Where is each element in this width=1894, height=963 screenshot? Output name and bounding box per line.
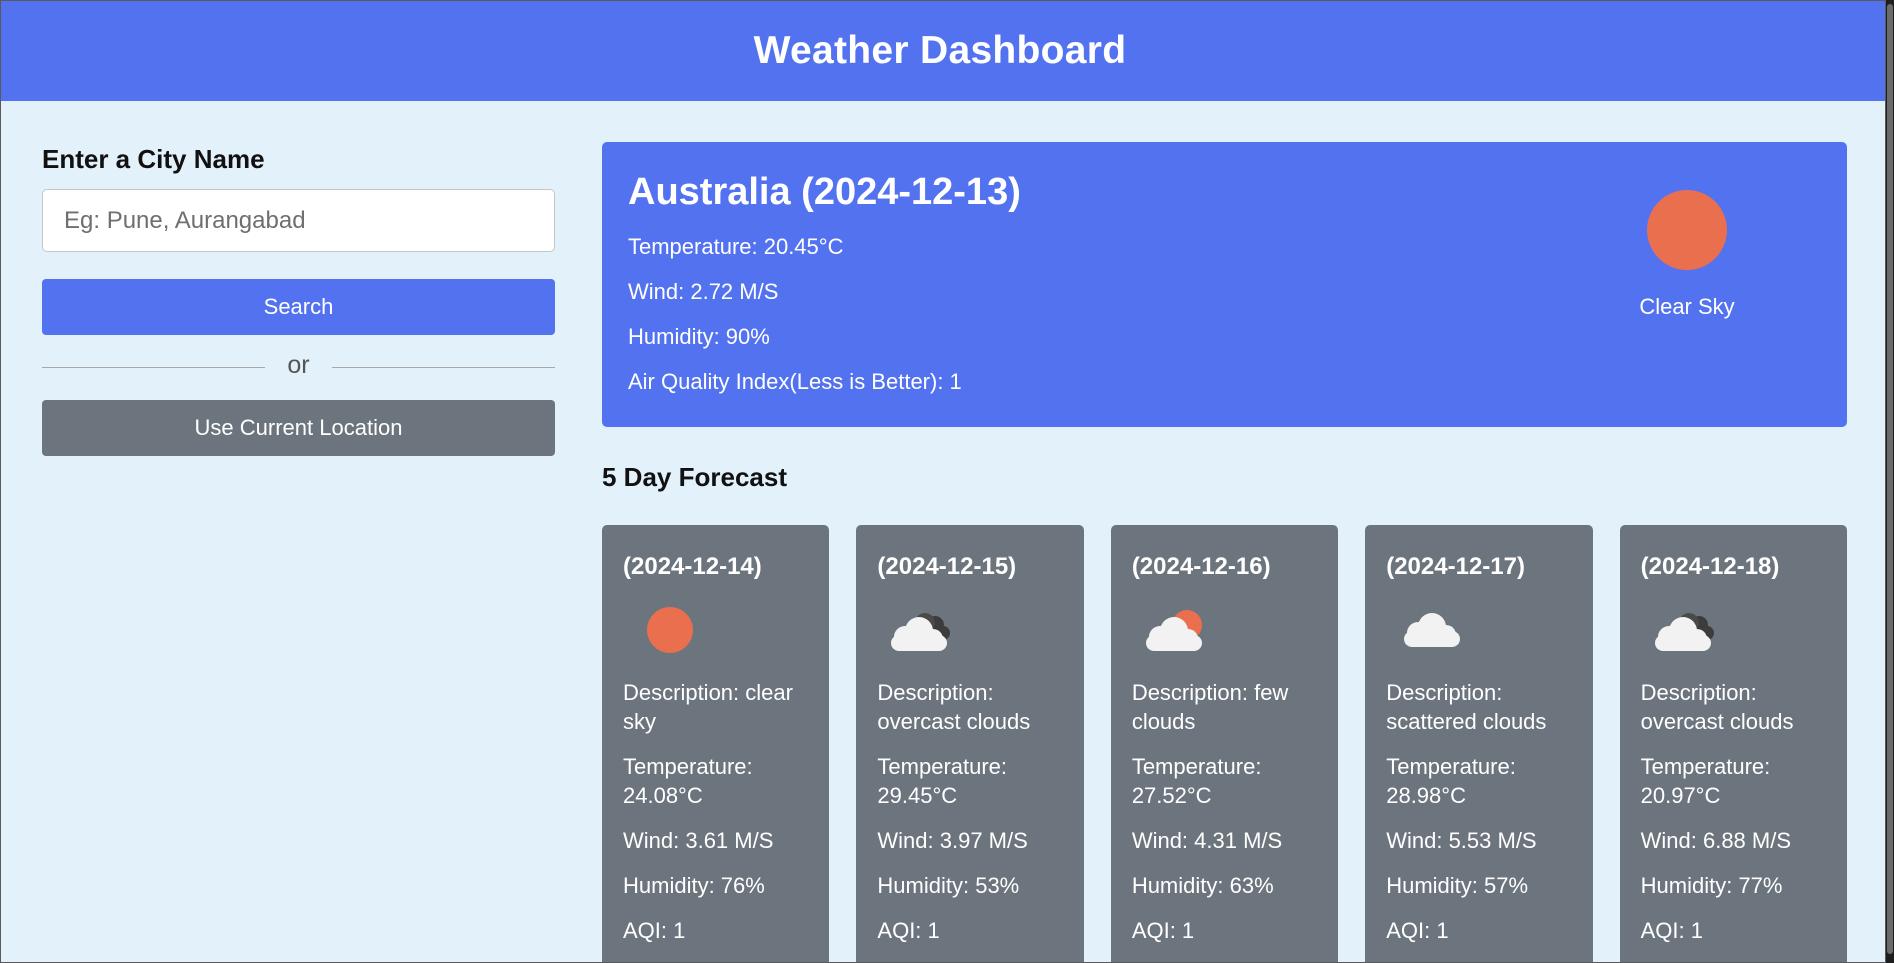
forecast-temperature: Temperature: 24.08°C (623, 754, 753, 808)
search-button[interactable]: Search (42, 279, 555, 335)
forecast-description: Description: few clouds (1131, 680, 1289, 734)
separator-line-left (42, 366, 266, 368)
few-clouds-icon (1132, 597, 1318, 663)
or-separator: or (42, 350, 556, 382)
separator-line-right (331, 366, 556, 368)
forecast-date: (2024-12-18) (1640, 553, 1780, 580)
forecast-humidity: Humidity: 63% (1131, 873, 1274, 898)
forecast-temperature: Temperature: 29.45°C (877, 754, 1008, 808)
current-humidity: Humidity: 90% (628, 324, 770, 349)
forecast-card: (2024-12-15) Description: overcast cloud… (856, 525, 1084, 962)
forecast-temperature: Temperature: 28.98°C (1386, 754, 1516, 808)
overcast-clouds-icon (877, 597, 1063, 663)
forecast-date: (2024-12-16) (1131, 553, 1271, 580)
forecast-description: Description: overcast clouds (1640, 680, 1794, 734)
city-input-heading: Enter a City Name (42, 144, 265, 174)
current-aqi: Air Quality Index(Less is Better): 1 (628, 369, 962, 394)
use-current-location-button[interactable]: Use Current Location (42, 400, 555, 456)
forecast-wind: Wind: 6.88 M/S (1640, 828, 1792, 853)
overcast-clouds-icon (1641, 597, 1827, 663)
clear-sky-icon (623, 597, 809, 663)
forecast-humidity: Humidity: 53% (877, 873, 1020, 898)
current-weather-card: Australia (2024-12-13) Temperature: 20.4… (602, 142, 1847, 427)
forecast-card: (2024-12-17) Description: scattered clou… (1365, 525, 1593, 962)
app-header: Weather Dashboard (1, 1, 1885, 101)
forecast-wind: Wind: 3.97 M/S (877, 828, 1028, 853)
clear-sky-icon (1647, 190, 1727, 270)
page-frame: Weather Dashboard Enter a City Name Sear… (0, 0, 1886, 963)
forecast-description: Description: scattered clouds (1386, 680, 1547, 734)
forecast-temperature: Temperature: 27.52°C (1131, 754, 1262, 808)
scattered-clouds-icon (1386, 597, 1572, 663)
scrollbar[interactable] (1886, 0, 1894, 963)
forecast-title: 5 Day Forecast (602, 462, 787, 492)
forecast-wind: Wind: 4.31 M/S (1131, 828, 1283, 853)
forecast-cards: (2024-12-14) Description: clear sky Temp… (602, 525, 1848, 962)
forecast-wind: Wind: 3.61 M/S (623, 828, 774, 853)
forecast-aqi: AQI: 1 (623, 918, 686, 943)
search-panel: Enter a City Name Search or Use Current … (42, 142, 556, 962)
weather-data-panel: Australia (2024-12-13) Temperature: 20.4… (602, 142, 1848, 962)
forecast-description: Description: overcast clouds (877, 680, 1031, 734)
city-search-input[interactable] (42, 189, 555, 252)
forecast-humidity: Humidity: 77% (1640, 873, 1783, 898)
forecast-aqi: AQI: 1 (877, 918, 940, 943)
forecast-wind: Wind: 5.53 M/S (1386, 828, 1537, 853)
forecast-humidity: Humidity: 57% (1386, 873, 1529, 898)
forecast-temperature: Temperature: 20.97°C (1640, 754, 1771, 808)
forecast-aqi: AQI: 1 (1131, 918, 1195, 943)
current-weather-description: Clear Sky (1639, 294, 1735, 319)
forecast-description: Description: clear sky (623, 680, 793, 734)
forecast-date: (2024-12-15) (877, 553, 1017, 580)
forecast-aqi: AQI: 1 (1386, 918, 1449, 943)
main-container: Enter a City Name Search or Use Current … (1, 142, 1885, 962)
separator-text: or (287, 350, 310, 379)
forecast-card: (2024-12-16) Description: few clouds Tem… (1110, 525, 1339, 962)
forecast-humidity: Humidity: 76% (623, 873, 765, 898)
current-weather-icon-block: Clear Sky (1624, 190, 1750, 320)
scrollbar-thumb[interactable] (1887, 4, 1893, 954)
forecast-card: (2024-12-18) Description: overcast cloud… (1619, 525, 1848, 962)
page-title: Weather Dashboard (753, 29, 1127, 72)
forecast-date: (2024-12-14) (623, 553, 762, 580)
forecast-aqi: AQI: 1 (1640, 918, 1703, 943)
forecast-date: (2024-12-17) (1386, 553, 1525, 580)
forecast-card: (2024-12-14) Description: clear sky Temp… (602, 525, 830, 962)
